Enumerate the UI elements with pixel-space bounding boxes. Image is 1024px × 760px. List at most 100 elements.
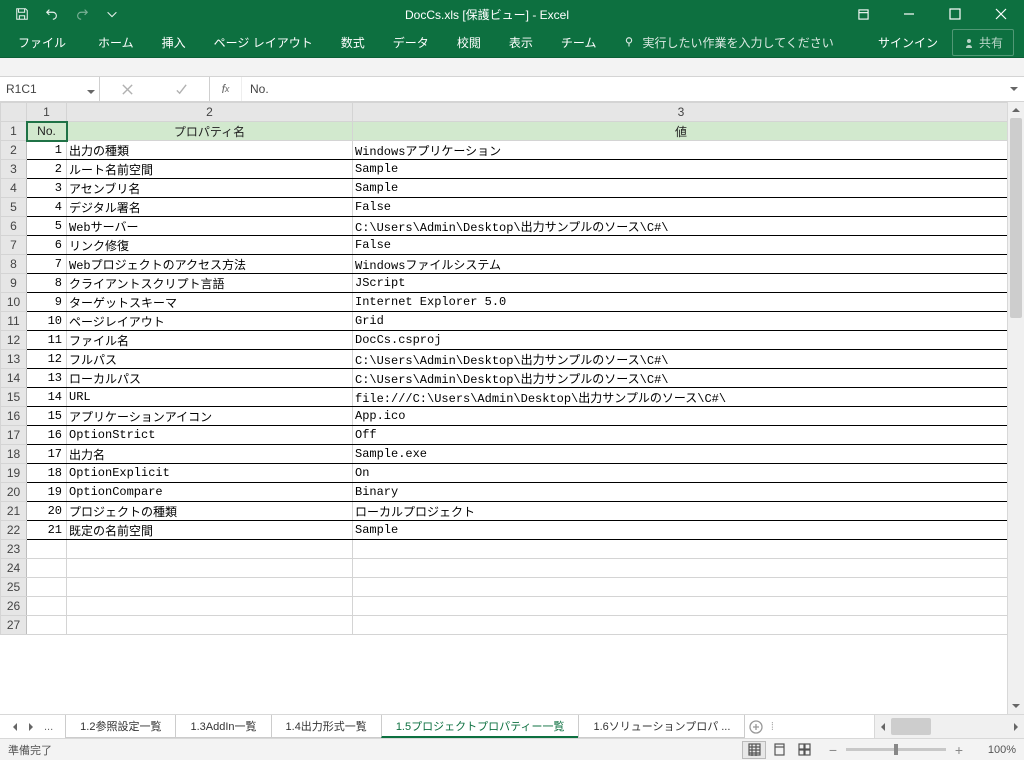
- formula-expand-icon[interactable]: [1004, 77, 1024, 101]
- cell[interactable]: [27, 597, 67, 616]
- fx-icon[interactable]: fx: [210, 77, 242, 101]
- zoom-value[interactable]: 100%: [972, 744, 1016, 756]
- cell[interactable]: JScript: [353, 274, 1008, 293]
- cancel-icon[interactable]: [114, 79, 140, 99]
- cell[interactable]: 既定の名前空間: [67, 521, 353, 540]
- row-header[interactable]: 17: [1, 426, 27, 445]
- row-header[interactable]: 4: [1, 179, 27, 198]
- cell[interactable]: 15: [27, 407, 67, 426]
- qat-customize-icon[interactable]: [98, 2, 126, 26]
- cell[interactable]: C:\Users\Admin\Desktop\出力サンプルのソース\C#\: [353, 217, 1008, 236]
- cell[interactable]: プロパティ名: [67, 122, 353, 141]
- cell[interactable]: ターゲットスキーマ: [67, 293, 353, 312]
- row-header[interactable]: 23: [1, 540, 27, 559]
- cell[interactable]: アプリケーションアイコン: [67, 407, 353, 426]
- row-header[interactable]: 12: [1, 331, 27, 350]
- cell[interactable]: Webプロジェクトのアクセス方法: [67, 255, 353, 274]
- cell[interactable]: 9: [27, 293, 67, 312]
- cell[interactable]: False: [353, 236, 1008, 255]
- ribbon-tab[interactable]: 校閲: [443, 28, 495, 58]
- ribbon-tab[interactable]: 表示: [495, 28, 547, 58]
- ribbon-tab[interactable]: 挿入: [148, 28, 200, 58]
- cell[interactable]: [27, 540, 67, 559]
- sheet-tab[interactable]: 1.2参照設定一覧: [65, 715, 176, 738]
- scroll-thumb[interactable]: [891, 718, 931, 735]
- cell[interactable]: OptionCompare: [67, 483, 353, 502]
- cell[interactable]: Sample.exe: [353, 445, 1008, 464]
- row-header[interactable]: 18: [1, 445, 27, 464]
- cell[interactable]: C:\Users\Admin\Desktop\出力サンプルのソース\C#\: [353, 369, 1008, 388]
- cell[interactable]: 1: [27, 141, 67, 160]
- cell[interactable]: [27, 559, 67, 578]
- tab-split-handle[interactable]: ⁞: [768, 715, 776, 738]
- cell[interactable]: 8: [27, 274, 67, 293]
- vertical-scrollbar[interactable]: [1007, 102, 1024, 714]
- cell[interactable]: Grid: [353, 312, 1008, 331]
- row-header[interactable]: 24: [1, 559, 27, 578]
- cell[interactable]: On: [353, 464, 1008, 483]
- tabs-ellipsis[interactable]: ...: [40, 721, 57, 733]
- cell[interactable]: Webサーバー: [67, 217, 353, 236]
- add-sheet-button[interactable]: [744, 715, 768, 738]
- redo-icon[interactable]: [68, 2, 96, 26]
- ribbon-tab[interactable]: 数式: [327, 28, 379, 58]
- row-header[interactable]: 27: [1, 616, 27, 635]
- ribbon-tab[interactable]: ホーム: [84, 28, 148, 58]
- row-header[interactable]: 9: [1, 274, 27, 293]
- cell[interactable]: [353, 578, 1008, 597]
- cell[interactable]: App.ico: [353, 407, 1008, 426]
- scroll-right-icon[interactable]: [1008, 715, 1024, 738]
- cell[interactable]: OptionStrict: [67, 426, 353, 445]
- formula-input[interactable]: No.: [242, 77, 1004, 101]
- row-header[interactable]: 10: [1, 293, 27, 312]
- cell[interactable]: 19: [27, 483, 67, 502]
- page-layout-view-button[interactable]: [767, 741, 791, 759]
- enter-icon[interactable]: [169, 79, 195, 99]
- cell[interactable]: [27, 616, 67, 635]
- cell[interactable]: アセンブリ名: [67, 179, 353, 198]
- cell[interactable]: フルパス: [67, 350, 353, 369]
- cell[interactable]: False: [353, 198, 1008, 217]
- cell[interactable]: 14: [27, 388, 67, 407]
- zoom-in-button[interactable]: +: [952, 742, 966, 758]
- sheet-tab[interactable]: 1.4出力形式一覧: [271, 715, 382, 738]
- cell[interactable]: 3: [27, 179, 67, 198]
- row-header[interactable]: 3: [1, 160, 27, 179]
- row-header[interactable]: 8: [1, 255, 27, 274]
- tell-me-box[interactable]: 実行したい作業を入力してください: [610, 34, 845, 51]
- normal-view-button[interactable]: [742, 741, 766, 759]
- cell[interactable]: 11: [27, 331, 67, 350]
- column-header[interactable]: 3: [353, 103, 1008, 122]
- cell[interactable]: ローカルパス: [67, 369, 353, 388]
- cell[interactable]: 出力の種類: [67, 141, 353, 160]
- maximize-button[interactable]: [932, 0, 978, 28]
- row-header[interactable]: 15: [1, 388, 27, 407]
- tab-scroll-right-icon[interactable]: [24, 719, 38, 735]
- horizontal-scrollbar[interactable]: [874, 715, 1024, 738]
- scroll-thumb[interactable]: [1010, 118, 1022, 318]
- zoom-out-button[interactable]: −: [826, 742, 840, 758]
- row-header[interactable]: 6: [1, 217, 27, 236]
- cell[interactable]: ローカルプロジェクト: [353, 502, 1008, 521]
- row-header[interactable]: 2: [1, 141, 27, 160]
- cell[interactable]: プロジェクトの種類: [67, 502, 353, 521]
- cell[interactable]: DocCs.csproj: [353, 331, 1008, 350]
- cell[interactable]: 16: [27, 426, 67, 445]
- cell[interactable]: Sample: [353, 179, 1008, 198]
- row-header[interactable]: 1: [1, 122, 27, 141]
- sign-in-link[interactable]: サインイン: [864, 34, 952, 51]
- row-header[interactable]: 26: [1, 597, 27, 616]
- cell[interactable]: クライアントスクリプト言語: [67, 274, 353, 293]
- scroll-down-icon[interactable]: [1008, 698, 1024, 714]
- cell[interactable]: [27, 578, 67, 597]
- cell[interactable]: [67, 559, 353, 578]
- sheet-tab[interactable]: 1.6ソリューションプロパ ...: [578, 715, 745, 738]
- zoom-slider[interactable]: [846, 748, 946, 751]
- cell[interactable]: [67, 616, 353, 635]
- close-button[interactable]: [978, 0, 1024, 28]
- name-box[interactable]: [0, 77, 100, 101]
- cell[interactable]: ファイル名: [67, 331, 353, 350]
- cell[interactable]: Off: [353, 426, 1008, 445]
- row-header[interactable]: 20: [1, 483, 27, 502]
- file-tab[interactable]: ファイル: [0, 28, 84, 58]
